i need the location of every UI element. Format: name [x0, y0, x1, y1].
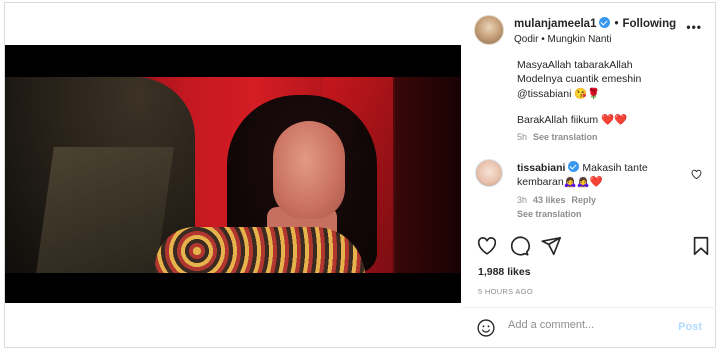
comments-panel: MasyaAllah tabarakAllah Modelnya cuantik…: [462, 55, 716, 227]
post-header: mulanjameela1 • Following Qodir • Mungkin …: [462, 3, 716, 47]
likes-count[interactable]: 1,988 likes: [478, 266, 531, 278]
save-icon[interactable]: [690, 235, 712, 257]
avatar[interactable]: [475, 159, 503, 187]
more-options-icon[interactable]: •••: [686, 20, 702, 34]
scene-jacket: [36, 147, 174, 273]
reply-text: Makasih tante: [582, 162, 648, 174]
reply-likes[interactable]: 43 likes: [533, 195, 566, 205]
comment-icon[interactable]: [508, 235, 530, 257]
reply-comment: tissabiani Makasih tante: [517, 161, 648, 174]
verified-icon: [599, 17, 611, 28]
verified-icon: [568, 161, 580, 172]
post-media: [5, 3, 461, 347]
like-icon[interactable]: [476, 235, 498, 257]
post-sidebar: mulanjameela1 • Following Qodir • Mungkin …: [462, 3, 716, 347]
caption-line: Modelnya cuantik emeshin: [517, 73, 642, 85]
scene-door: [395, 77, 461, 273]
action-bar: [462, 229, 716, 265]
comment-like-icon[interactable]: [691, 169, 702, 180]
reply-text: kembaran🙇‍♀️🙇‍♀️❤️: [517, 176, 603, 188]
caption-mention[interactable]: @tissabiani 😘🌹: [517, 87, 601, 100]
reply-translation: See translation: [517, 209, 582, 219]
video-frame: [5, 77, 461, 273]
audio-subline[interactable]: Qodir • Mungkin Nanti: [514, 34, 611, 45]
post-button[interactable]: Post: [678, 321, 702, 333]
reply-button[interactable]: Reply: [572, 195, 597, 205]
caption-meta: 5h See translation: [517, 132, 598, 142]
caption-line: MasyaAllah tabarakAllah: [517, 59, 633, 71]
comment-input[interactable]: [508, 319, 668, 331]
caption-time: 5h: [517, 132, 528, 142]
post-author: mulanjameela1 • Following: [514, 17, 676, 30]
reply-username[interactable]: tissabiani: [517, 162, 565, 174]
see-translation-link[interactable]: See translation: [533, 132, 598, 142]
scene-dress: [155, 227, 365, 273]
post-frame: mulanjameela1 • Following Qodir • Mungkin …: [4, 2, 716, 348]
video-player[interactable]: [5, 45, 461, 303]
caption-line: BarakAllah fiikum ❤️❤️: [517, 114, 628, 126]
emoji-icon[interactable]: [476, 318, 496, 338]
separator-dot: •: [614, 18, 619, 30]
author-username[interactable]: mulanjameela1: [514, 18, 596, 30]
share-icon[interactable]: [540, 235, 562, 257]
avatar[interactable]: [474, 15, 504, 45]
following-button[interactable]: Following: [623, 18, 677, 30]
comment-composer: Post: [462, 308, 716, 347]
scene-face: [273, 121, 345, 219]
post-timestamp: 5 HOURS AGO: [478, 287, 533, 296]
see-translation-link[interactable]: See translation: [517, 209, 582, 219]
reply-meta: 3h 43 likes Reply: [517, 195, 596, 205]
reply-time: 3h: [517, 195, 528, 205]
